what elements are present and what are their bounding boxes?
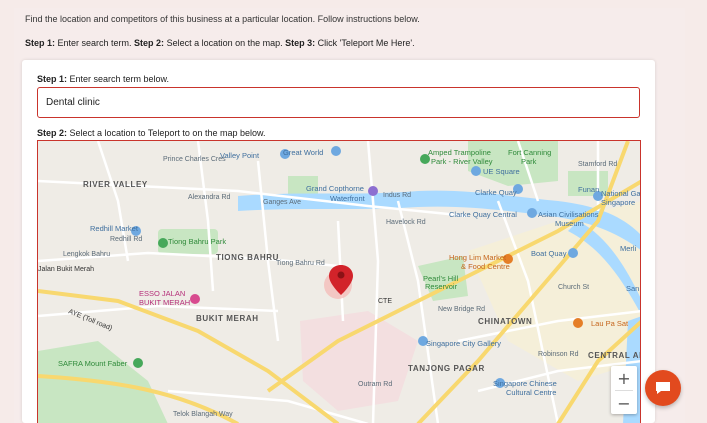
step3-bold: Step 3:	[285, 38, 316, 48]
map-label-tiong-bahru-rd: Tiong Bahru Rd	[276, 260, 325, 267]
map-label-fort-canning: Fort Canning	[508, 148, 551, 157]
steps-text: Step 1: Enter search term. Step 2: Selec…	[25, 38, 415, 48]
map-label-boat-quay: Boat Quay	[531, 249, 567, 258]
map-label-tiong-bahru: TIONG BAHRU	[216, 253, 279, 262]
chat-button[interactable]	[645, 370, 681, 406]
map-label-national-gallery: National Ga	[601, 189, 641, 198]
map-label-lengkok: Lengkok Bahru	[63, 251, 110, 258]
map-label-asian-civ-2: Museum	[555, 219, 584, 228]
chat-bubble-icon	[656, 382, 670, 394]
map-label-tanjong-pagar: TANJONG PAGAR	[408, 364, 485, 373]
map-label-lau-pa-sat: Lau Pa Sat	[591, 319, 629, 328]
map-label-indus: Indus Rd	[383, 192, 411, 199]
map-label-funan: Funan	[578, 185, 599, 194]
map-label-new-bridge: New Bridge Rd	[438, 306, 485, 313]
search-label-bold: Step 1:	[37, 74, 68, 84]
zoom-control: + −	[611, 366, 637, 414]
map-label-robinson: Robinson Rd	[538, 351, 579, 358]
map-label-stamford: Stamford Rd	[578, 161, 617, 168]
map-label-national-gallery-2: Singapore	[601, 198, 635, 207]
map-label-bukit-merah: BUKIT MERAH	[196, 314, 259, 323]
intro-text: Find the location and competitors of thi…	[25, 14, 420, 24]
map-label-safra: SAFRA Mount Faber	[58, 359, 128, 368]
map-label-clarke-quay: Clarke Quay	[475, 188, 517, 197]
map-label-chinese-cultural-2: Cultural Centre	[506, 388, 556, 397]
map-label-prince-charles: Prince Charles Cres	[163, 156, 226, 163]
map-label-central-area: CENTRAL AR	[588, 351, 641, 360]
map-label-tiong-bahru-park: Tiong Bahru Park	[168, 237, 226, 246]
map-label-ganges: Ganges Ave	[263, 199, 301, 206]
map-label-outram: Outram Rd	[358, 381, 392, 388]
map-label-cte: CTE	[378, 298, 392, 305]
map-label-redhill-rd: Redhill Rd	[110, 236, 142, 243]
map-label-church: Church St	[558, 284, 589, 291]
step1-text: Enter search term.	[55, 38, 135, 48]
map-label-esso: ESSO JALAN	[139, 289, 185, 298]
map-label-asian-civ: Asian Civilisations	[538, 210, 599, 219]
search-label-text: Enter search term below.	[67, 74, 170, 84]
map-label-valley-point: Valley Point	[220, 151, 260, 160]
step3-text: Click 'Teleport Me Here'.	[315, 38, 415, 48]
map-label-ue-square: UE Square	[483, 167, 520, 176]
map-label-alexandra: Alexandra Rd	[188, 194, 231, 201]
map-label-bold: Step 2:	[37, 128, 68, 138]
search-input[interactable]	[37, 87, 640, 118]
map-label-copthorne: Grand Copthorne	[306, 184, 364, 193]
map-label-jalan-bukit-merah: Jalan Bukit Merah	[38, 266, 94, 273]
map-label-merlion: Merli	[620, 244, 637, 253]
map-label-esso-2: BUKIT MERAH	[139, 298, 190, 307]
zoom-out-button[interactable]: −	[611, 391, 637, 415]
map-label-fort-canning-2: Park	[521, 157, 537, 166]
search-label: Step 1: Enter search term below.	[37, 74, 169, 84]
map-label: Step 2: Select a location to Teleport to…	[37, 128, 265, 138]
map-canvas[interactable]: Prince Charles Cres Indus Rd Ganges Ave …	[37, 140, 641, 423]
step2-bold: Step 2:	[134, 38, 165, 48]
map-label-text: Select a location to Teleport to on the …	[67, 128, 266, 138]
map-label-pearls-hill-2: Reservoir	[425, 282, 458, 291]
map-label-river-valley: RIVER VALLEY	[83, 180, 148, 189]
map-label-telok-blangah: Telok Blangah Way	[173, 411, 233, 418]
map-label-amped: Amped Trampoline	[428, 148, 491, 157]
map-label-chinese-cultural: Singapore Chinese	[493, 379, 557, 388]
step1-bold: Step 1:	[25, 38, 56, 48]
map-label-san: San	[626, 284, 639, 293]
map-label-redhill-market: Redhill Market	[90, 224, 139, 233]
map-label-clarke-central: Clarke Quay Central	[449, 210, 517, 219]
map-label-hong-lim: Hong Lim Market	[449, 253, 507, 262]
map-label-great-world: Great World	[283, 148, 323, 157]
map-label-copthorne-2: Waterfront	[330, 194, 366, 203]
map-label-chinatown: CHINATOWN	[478, 317, 532, 326]
map-label-amped-2: Park - River Valley	[431, 157, 493, 166]
map-label-havelock: Havelock Rd	[386, 219, 426, 226]
map-label-hong-lim-2: & Food Centre	[461, 262, 510, 271]
zoom-in-button[interactable]: +	[611, 366, 637, 390]
step2-text: Select a location on the map.	[164, 38, 286, 48]
map-label-city-gallery: Singapore City Gallery	[426, 339, 501, 348]
